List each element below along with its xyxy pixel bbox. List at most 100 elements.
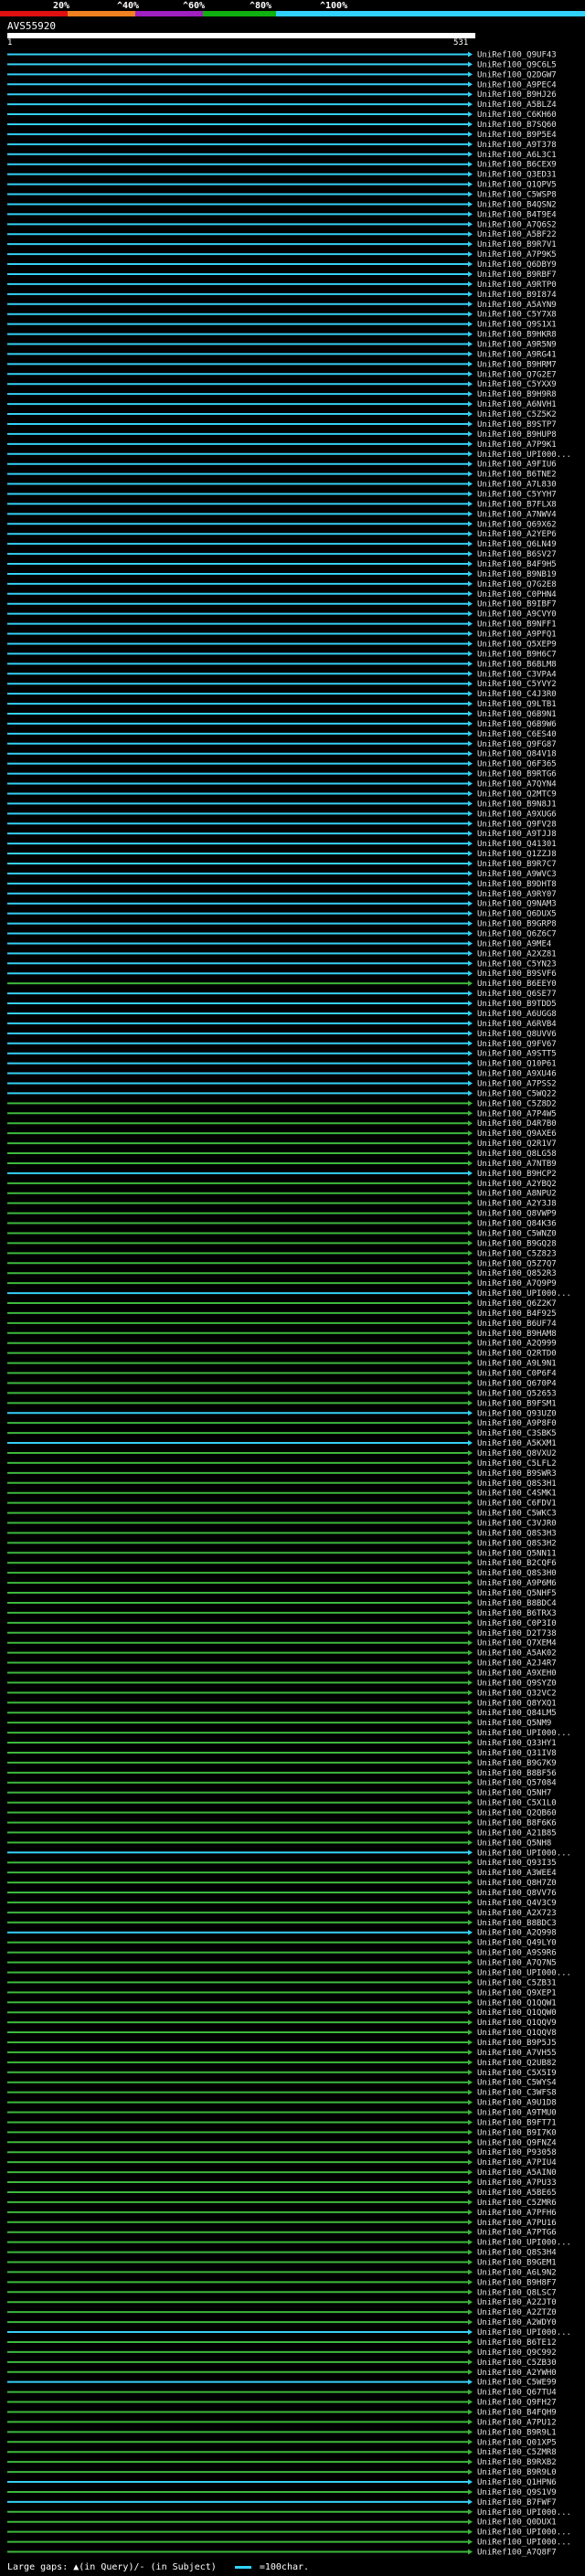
hit-label[interactable]: UniRef100_UPI000... <box>477 1729 571 1738</box>
hit-label[interactable]: UniRef100_A6L9N2 <box>477 2268 557 2277</box>
hit-label[interactable]: UniRef100_B8BF56 <box>477 1769 557 1778</box>
hit-label[interactable]: UniRef100_Q01XP5 <box>477 2438 557 2447</box>
hit-label[interactable]: UniRef100_A2YWH0 <box>477 2369 557 2378</box>
hit-label[interactable]: UniRef100_Q8H7Z0 <box>477 1879 557 1888</box>
hit-label[interactable]: UniRef100_Q9AXE6 <box>477 1129 557 1139</box>
hit-label[interactable]: UniRef100_Q7XEM4 <box>477 1639 557 1648</box>
hit-label[interactable]: UniRef100_B9R9L1 <box>477 2428 557 2437</box>
hit-label[interactable]: UniRef100_Q8LG58 <box>477 1150 557 1159</box>
hit-label[interactable]: UniRef100_P93058 <box>477 2148 557 2157</box>
hit-label[interactable]: UniRef100_Q7G2E7 <box>477 370 557 379</box>
hit-label[interactable]: UniRef100_A9P6M6 <box>477 1579 557 1588</box>
hit-label[interactable]: UniRef100_B7FWF7 <box>477 2498 557 2507</box>
hit-label[interactable]: UniRef100_B9H6C7 <box>477 650 557 659</box>
hit-label[interactable]: UniRef100_Q5XEP9 <box>477 640 557 649</box>
hit-label[interactable]: UniRef100_A9XU46 <box>477 1070 557 1079</box>
hit-label[interactable]: UniRef100_Q49LY0 <box>477 1939 557 1948</box>
hit-label[interactable]: UniRef100_Q10P61 <box>477 1060 557 1069</box>
hit-label[interactable]: UniRef100_Q9FV67 <box>477 1040 557 1049</box>
hit-label[interactable]: UniRef100_A2Q998 <box>477 1929 557 1938</box>
hit-label[interactable]: UniRef100_C3WFS8 <box>477 2089 557 2098</box>
hit-label[interactable]: UniRef100_A2WDY0 <box>477 2318 557 2327</box>
hit-label[interactable]: UniRef100_Q2QB60 <box>477 1809 557 1818</box>
hit-label[interactable]: UniRef100_A5AIN0 <box>477 2168 557 2178</box>
hit-label[interactable]: UniRef100_A7PIU4 <box>477 2158 557 2168</box>
hit-label[interactable]: UniRef100_Q4V3C9 <box>477 1899 557 1908</box>
hit-label[interactable]: UniRef100_C5WNZ0 <box>477 1229 557 1238</box>
hit-label[interactable]: UniRef100_Q57084 <box>477 1779 557 1788</box>
hit-label[interactable]: UniRef100_A6UGG8 <box>477 1010 557 1019</box>
hit-label[interactable]: UniRef100_A6L3C1 <box>477 151 557 160</box>
hit-label[interactable]: UniRef100_Q9S1V9 <box>477 2488 557 2497</box>
hit-label[interactable]: UniRef100_A2XZ81 <box>477 949 557 959</box>
hit-label[interactable]: UniRef100_Q93UZ0 <box>477 1409 557 1418</box>
hit-label[interactable]: UniRef100_B9H9R8 <box>477 390 557 399</box>
hit-label[interactable]: UniRef100_B9I7K0 <box>477 2128 557 2137</box>
hit-label[interactable]: UniRef100_Q69X62 <box>477 520 557 529</box>
hit-label[interactable]: UniRef100_A5KXM1 <box>477 1439 557 1448</box>
hit-label[interactable]: UniRef100_B9P5E4 <box>477 131 557 140</box>
hit-label[interactable]: UniRef100_Q9S1X1 <box>477 321 557 330</box>
hit-label[interactable]: UniRef100_A9RY07 <box>477 890 557 899</box>
hit-label[interactable]: UniRef100_Q67TU4 <box>477 2389 557 2398</box>
hit-label[interactable]: UniRef100_Q9XEP1 <box>477 1988 557 1998</box>
hit-label[interactable]: UniRef100_A6RVB4 <box>477 1020 557 1029</box>
hit-label[interactable]: UniRef100_Q9LTB1 <box>477 700 557 709</box>
hit-label[interactable]: UniRef100_A7VH55 <box>477 2049 557 2058</box>
hit-label[interactable]: UniRef100_C5ZMR8 <box>477 2448 557 2457</box>
hit-label[interactable]: UniRef100_B9RXB2 <box>477 2458 557 2467</box>
hit-label[interactable]: UniRef100_Q6B9W6 <box>477 720 557 729</box>
hit-label[interactable]: UniRef100_C5YVY2 <box>477 680 557 689</box>
hit-label[interactable]: UniRef100_C5Y7X8 <box>477 311 557 320</box>
hit-label[interactable]: UniRef100_C3VJR0 <box>477 1520 557 1529</box>
hit-label[interactable]: UniRef100_Q1QQW1 <box>477 1998 557 2008</box>
hit-label[interactable]: UniRef100_A7PFH6 <box>477 2209 557 2218</box>
hit-label[interactable]: UniRef100_B8BDC4 <box>477 1599 557 1608</box>
hit-label[interactable]: UniRef100_B6TRX3 <box>477 1609 557 1618</box>
hit-label[interactable]: UniRef100_Q1ZZJ8 <box>477 850 557 859</box>
hit-label[interactable]: UniRef100_Q1QQV8 <box>477 2029 557 2038</box>
hit-label[interactable]: UniRef100_A7QYN4 <box>477 780 557 790</box>
hit-label[interactable]: UniRef100_B2CQF6 <box>477 1559 557 1568</box>
hit-label[interactable]: UniRef100_A9XEH0 <box>477 1669 557 1678</box>
hit-label[interactable]: UniRef100_B9R7V1 <box>477 240 557 249</box>
hit-label[interactable]: UniRef100_Q5NHF5 <box>477 1589 557 1598</box>
hit-label[interactable]: UniRef100_B6BLM8 <box>477 660 557 669</box>
hit-label[interactable]: UniRef100_B9N8J1 <box>477 800 557 809</box>
hit-label[interactable]: UniRef100_B7SQ60 <box>477 121 557 130</box>
hit-label[interactable]: UniRef100_Q1QQW0 <box>477 2009 557 2018</box>
hit-label[interactable]: UniRef100_Q8S3H4 <box>477 2249 557 2258</box>
hit-label[interactable]: UniRef100_Q5NH8 <box>477 1839 551 1848</box>
hit-label[interactable]: UniRef100_A7PU33 <box>477 2178 557 2188</box>
hit-label[interactable]: UniRef100_A6NVH1 <box>477 400 557 409</box>
hit-label[interactable]: UniRef100_B9HJ26 <box>477 90 557 100</box>
hit-label[interactable]: UniRef100_A7Q7N5 <box>477 1959 557 1968</box>
hit-label[interactable]: UniRef100_Q2UB82 <box>477 2059 557 2068</box>
hit-label[interactable]: UniRef100_Q1HPN6 <box>477 2478 557 2487</box>
hit-label[interactable]: UniRef100_A3WEE4 <box>477 1869 557 1878</box>
hit-label[interactable]: UniRef100_B9GRP8 <box>477 920 557 929</box>
hit-label[interactable]: UniRef100_C5Z5K2 <box>477 410 557 419</box>
hit-label[interactable]: UniRef100_B9HRM7 <box>477 360 557 369</box>
hit-label[interactable]: UniRef100_UPI000... <box>477 2508 571 2518</box>
hit-label[interactable]: UniRef100_B9HCP2 <box>477 1170 557 1179</box>
hit-label[interactable]: UniRef100_B9SWR3 <box>477 1469 557 1479</box>
hit-label[interactable]: UniRef100_UPI000... <box>477 2528 571 2538</box>
hit-label[interactable]: UniRef100_UPI000... <box>477 1289 571 1299</box>
hit-label[interactable]: UniRef100_A8NPU2 <box>477 1190 557 1199</box>
hit-label[interactable]: UniRef100_A9STT5 <box>477 1050 557 1059</box>
hit-label[interactable]: UniRef100_A5AYN9 <box>477 301 557 310</box>
hit-label[interactable]: UniRef100_Q9C992 <box>477 2348 557 2358</box>
hit-label[interactable]: UniRef100_Q6DBY9 <box>477 260 557 270</box>
hit-label[interactable]: UniRef100_Q9C6L5 <box>477 60 557 69</box>
hit-label[interactable]: UniRef100_C5X1L0 <box>477 1799 557 1808</box>
hit-label[interactable]: UniRef100_A9P8F0 <box>477 1419 557 1428</box>
hit-label[interactable]: UniRef100_Q3ED31 <box>477 171 557 180</box>
hit-label[interactable]: UniRef100_Q8S3H0 <box>477 1569 557 1578</box>
hit-label[interactable]: UniRef100_Q2R1V7 <box>477 1140 557 1149</box>
hit-label[interactable]: UniRef100_Q9NAM3 <box>477 900 557 909</box>
hit-label[interactable]: UniRef100_Q84K36 <box>477 1220 557 1229</box>
hit-label[interactable]: UniRef100_Q8VXU2 <box>477 1449 557 1458</box>
hit-label[interactable]: UniRef100_C4SMK1 <box>477 1489 557 1499</box>
hit-label[interactable]: UniRef100_Q2RTD0 <box>477 1350 557 1359</box>
